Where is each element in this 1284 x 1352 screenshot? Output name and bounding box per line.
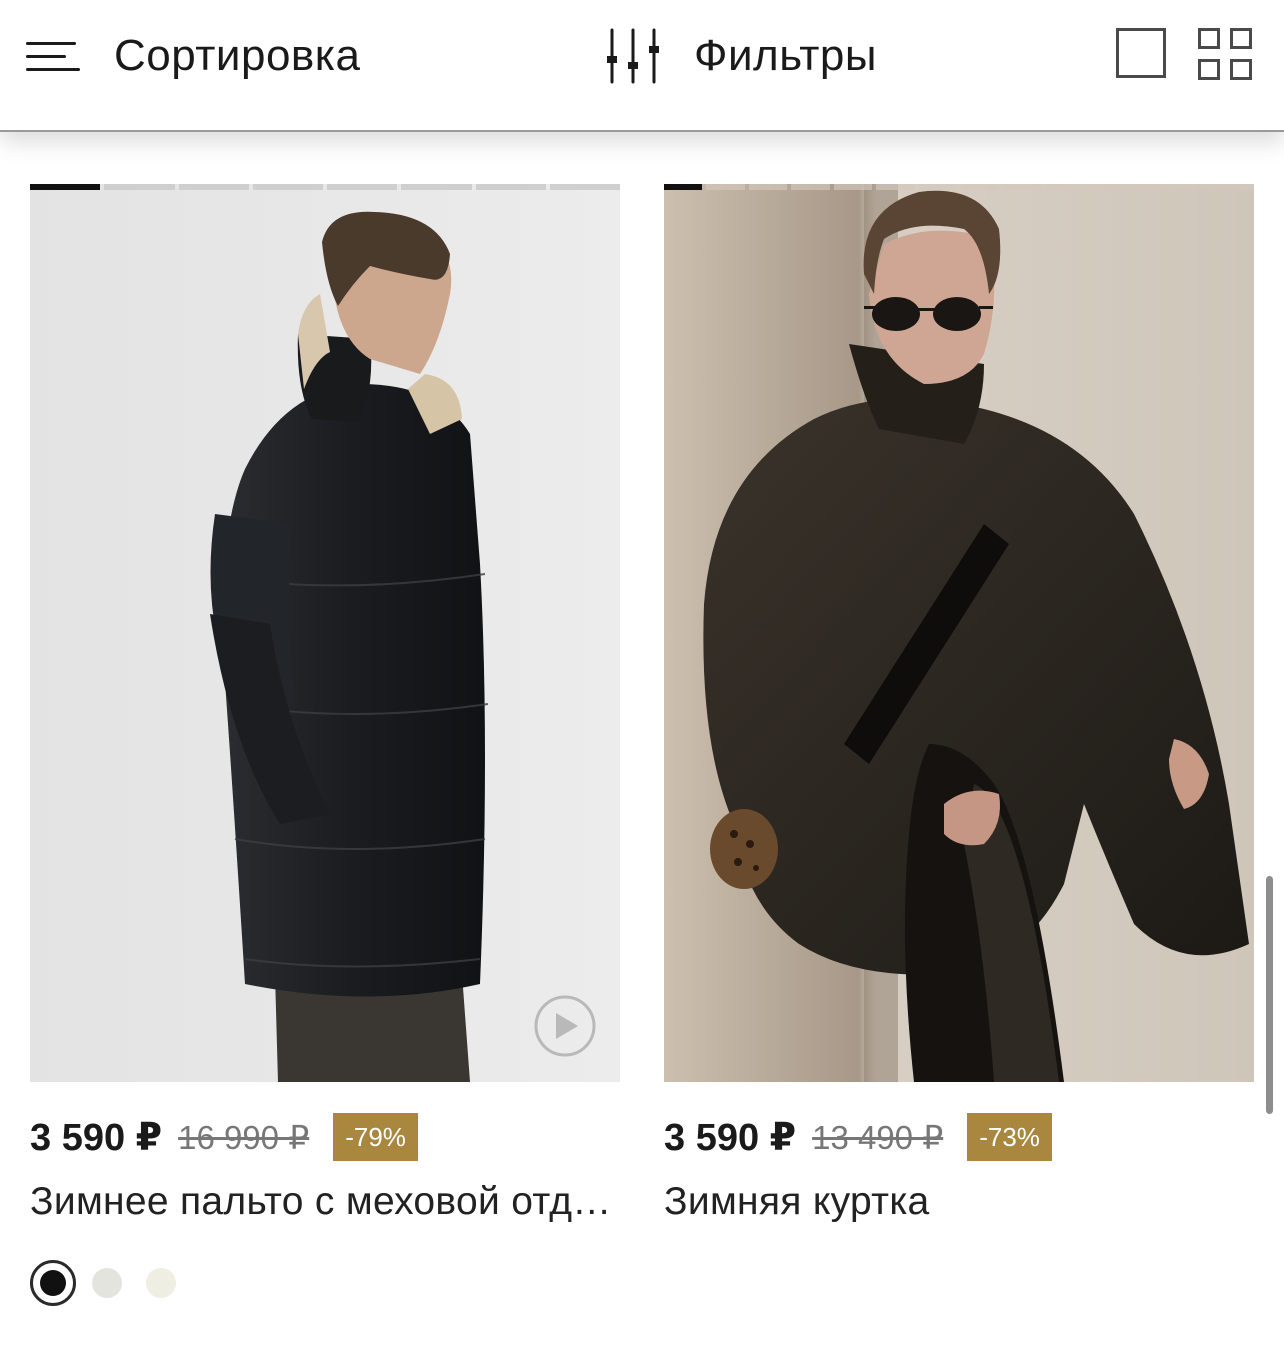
scrollbar[interactable]	[1266, 876, 1273, 1114]
gallery-segment	[104, 184, 175, 190]
product-card[interactable]: 3 590 ₽ 16 990 ₽ -79% Зимнее пальто с ме…	[30, 184, 620, 1306]
product-title[interactable]: Зимняя куртка	[664, 1180, 1254, 1224]
gallery-progress	[30, 184, 620, 190]
product-image	[30, 184, 620, 1082]
color-swatch-cream[interactable]	[146, 1268, 176, 1298]
gallery-segment	[748, 184, 788, 190]
gallery-segment	[664, 184, 703, 190]
gallery-segment	[30, 184, 101, 190]
sort-button[interactable]: Сортировка	[26, 26, 360, 86]
product-photo[interactable]	[664, 184, 1254, 1082]
gallery-segment	[1003, 184, 1042, 190]
gallery-progress	[664, 184, 1254, 190]
gallery-segment	[1088, 184, 1127, 190]
filter-label: Фильтры	[694, 31, 877, 80]
color-swatch-grey[interactable]	[92, 1268, 122, 1298]
grid-view-icon[interactable]	[1198, 28, 1254, 82]
discount-badge: -79%	[333, 1113, 418, 1161]
gallery-segment	[1045, 184, 1085, 190]
gallery-segment	[475, 184, 546, 190]
gallery-segment	[918, 184, 957, 190]
color-swatch-black[interactable]	[30, 1260, 76, 1306]
gallery-segment	[327, 184, 398, 190]
current-price: 3 590 ₽	[30, 1116, 163, 1159]
gallery-segment	[1173, 184, 1212, 190]
gallery-segment	[876, 184, 915, 190]
old-price: 16 990 ₽	[178, 1118, 310, 1156]
gallery-segment	[252, 184, 323, 190]
gallery-segment	[401, 184, 472, 190]
gallery-segment	[791, 184, 830, 190]
sliders-icon	[607, 28, 659, 84]
product-photo[interactable]	[30, 184, 620, 1082]
product-card[interactable]: 3 590 ₽ 13 490 ₽ -73% Зимняя куртка	[664, 184, 1254, 1223]
color-swatches	[30, 1260, 200, 1306]
current-price: 3 590 ₽	[664, 1116, 797, 1159]
old-price: 13 490 ₽	[812, 1118, 944, 1156]
gallery-segment	[960, 184, 1000, 190]
gallery-segment	[706, 184, 745, 190]
product-title[interactable]: Зимнее пальто с меховой отделкой	[30, 1180, 620, 1224]
gallery-segment	[1130, 184, 1170, 190]
single-view-icon[interactable]	[1116, 28, 1166, 78]
price-row: 3 590 ₽ 16 990 ₽ -79%	[30, 1112, 418, 1162]
sort-label: Сортировка	[114, 31, 361, 80]
filter-button[interactable]: Фильтры	[606, 26, 877, 86]
gallery-segment	[833, 184, 873, 190]
catalog-toolbar: Сортировка Фильтры	[0, 0, 1284, 132]
product-image	[664, 184, 1254, 1082]
gallery-segment	[1215, 184, 1254, 190]
price-row: 3 590 ₽ 13 490 ₽ -73%	[664, 1112, 1052, 1162]
menu-lines-icon	[26, 38, 80, 74]
gallery-segment	[178, 184, 249, 190]
discount-badge: -73%	[967, 1113, 1052, 1161]
gallery-segment	[549, 184, 620, 190]
